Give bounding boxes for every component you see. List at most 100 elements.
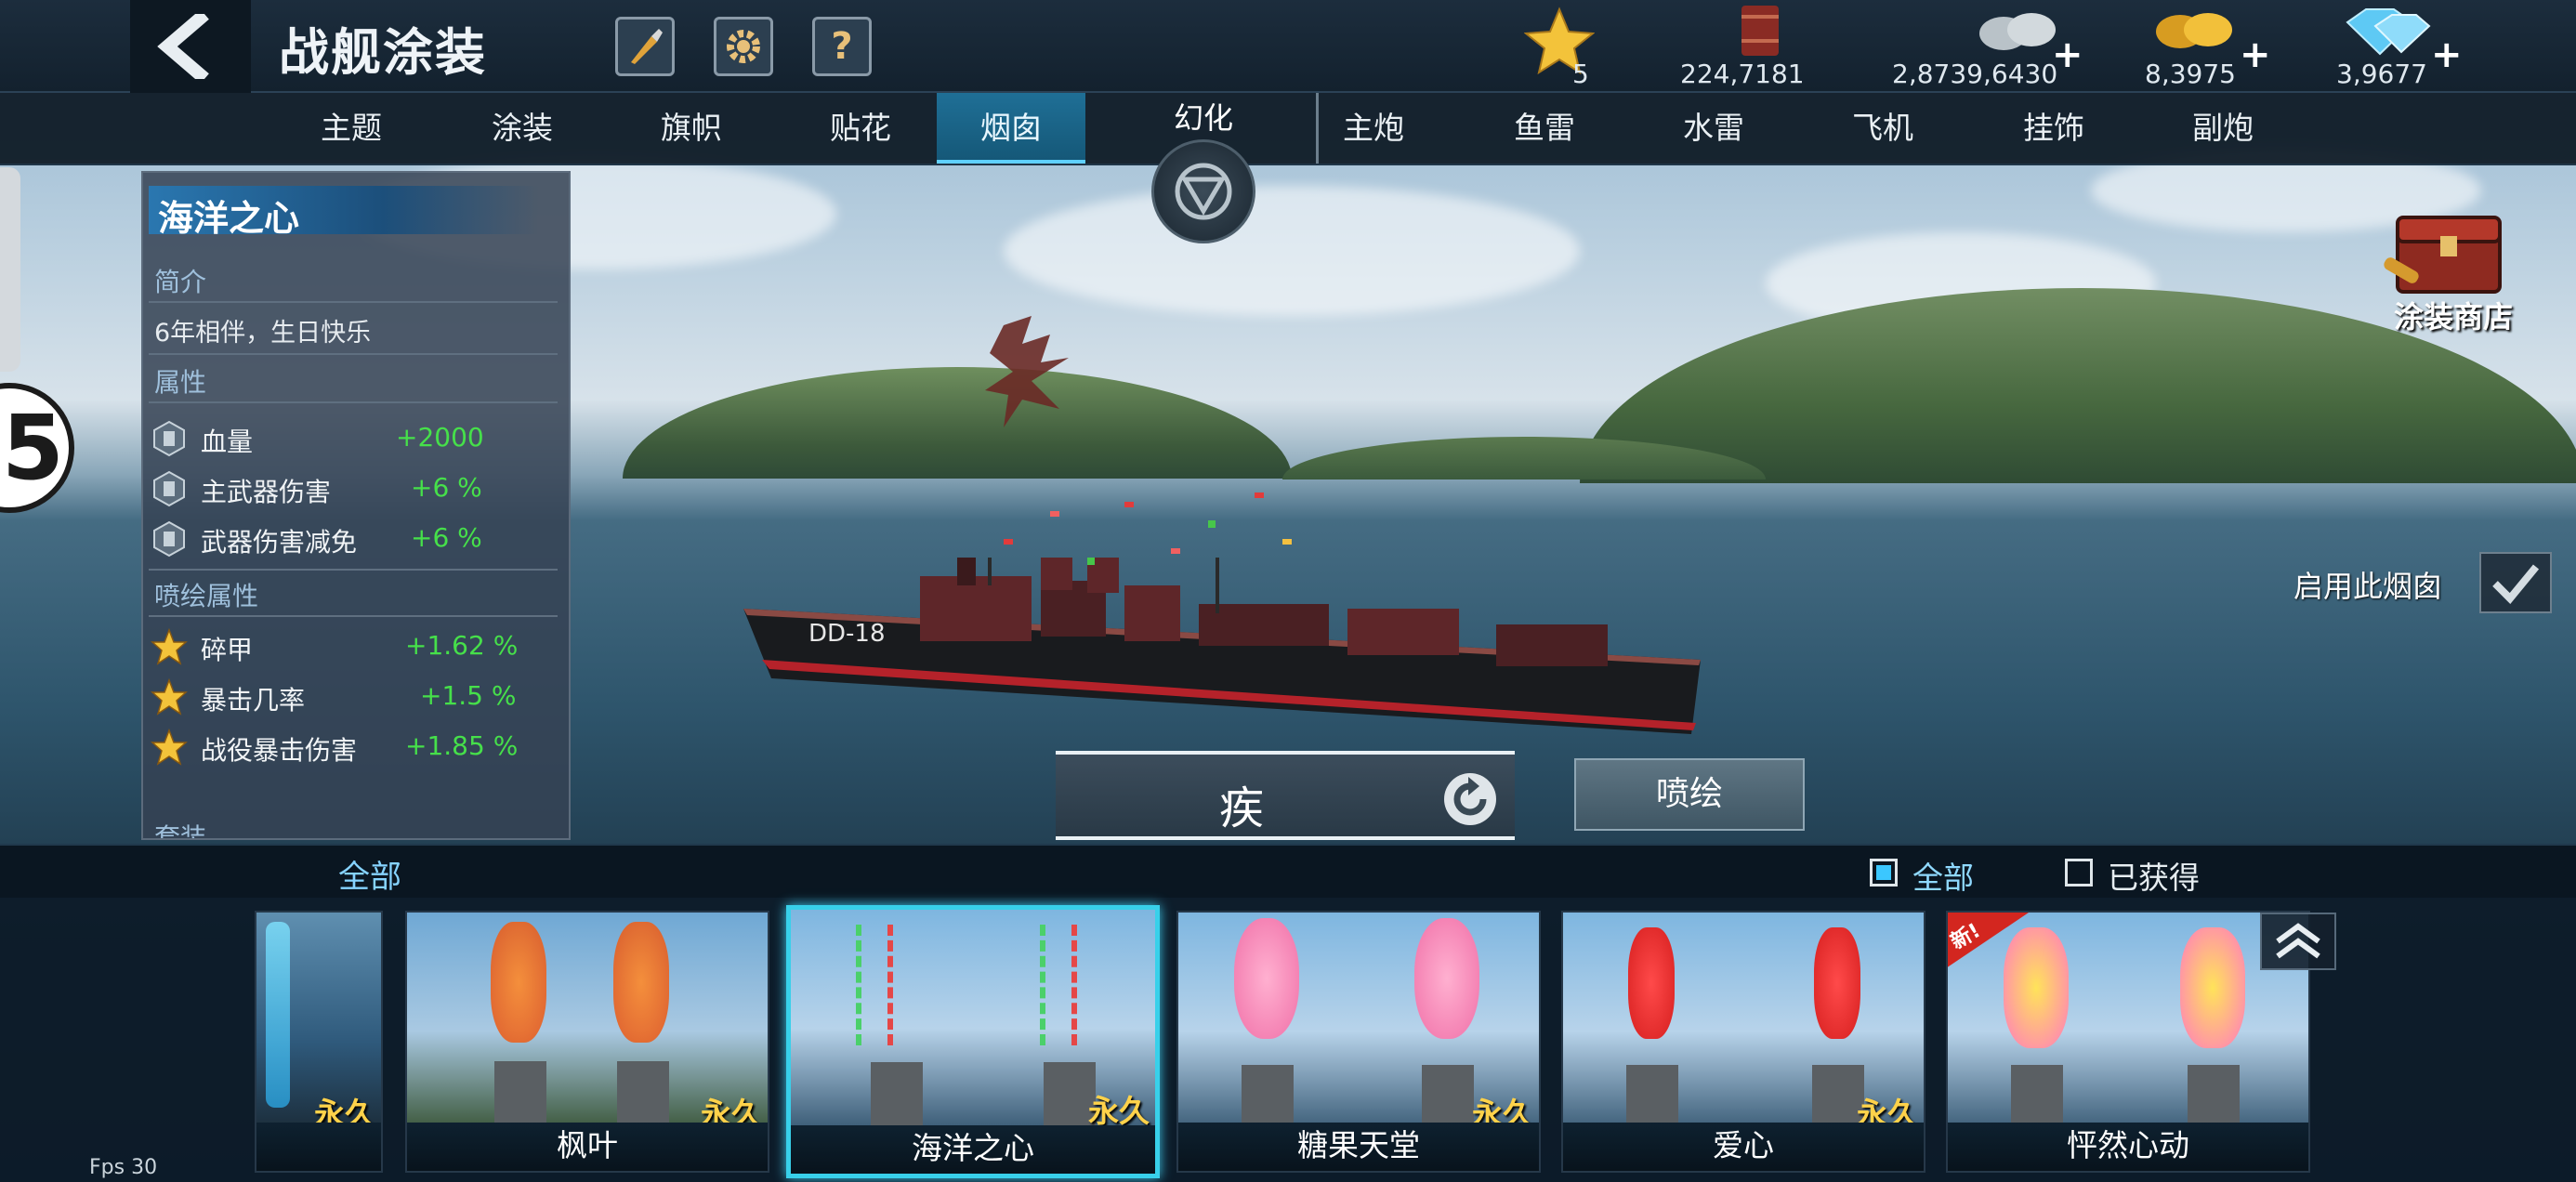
card-name: 爱心 bbox=[1563, 1123, 1924, 1171]
add-gold-icon[interactable]: + bbox=[2240, 33, 2271, 76]
transform-icon bbox=[1151, 139, 1255, 243]
tab-secondary-gun[interactable]: 副炮 bbox=[2149, 93, 2297, 164]
tab-mine[interactable]: 水雷 bbox=[1639, 93, 1788, 164]
checkbox-icon bbox=[1870, 859, 1898, 886]
double-chevron-up-icon bbox=[2276, 923, 2320, 959]
enable-chimney-label: 启用此烟囱 bbox=[2293, 569, 2443, 604]
category-tab-bar: 主题 涂装 旗帜 贴花 烟囱 主炮 鱼雷 水雷 飞机 挂饰 副炮 bbox=[0, 93, 2576, 165]
intro-text: 6年相伴，生日快乐 bbox=[154, 319, 372, 348]
fuel-amount: 224,7181 bbox=[1680, 59, 1805, 89]
stat-name: 主武器伤害 bbox=[201, 477, 332, 507]
gold-resource[interactable]: 8,3975 + bbox=[2137, 0, 2271, 93]
add-silver-icon[interactable]: + bbox=[2052, 33, 2083, 76]
back-arrow-icon bbox=[157, 14, 209, 79]
side-badge-text: 5 bbox=[2, 396, 64, 500]
diamond-icon bbox=[2346, 8, 2431, 56]
enable-chimney-toggle[interactable]: 启用此烟囱 bbox=[2293, 548, 2572, 617]
refresh-icon[interactable] bbox=[1440, 769, 1500, 829]
checkbox-icon bbox=[2065, 859, 2093, 886]
treasure-chest-icon bbox=[2384, 216, 2502, 294]
star-count: 5 bbox=[1572, 59, 1589, 89]
filter-bar: 全部 全部 已获得 bbox=[0, 844, 2576, 898]
add-diamond-icon[interactable]: + bbox=[2431, 33, 2463, 76]
left-island bbox=[623, 367, 1292, 479]
silver-resource[interactable]: 2,8739,6430 + bbox=[1886, 0, 2083, 93]
set-heading: 套装 bbox=[154, 822, 207, 840]
paint-brush-button[interactable] bbox=[615, 17, 675, 76]
card-name: 怦然心动 bbox=[1948, 1123, 2308, 1171]
star-resource: 5 bbox=[1520, 0, 1623, 93]
silver-amount: 2,8739,6430 bbox=[1892, 59, 2058, 89]
tab-main-gun[interactable]: 主炮 bbox=[1299, 93, 1448, 164]
tab-ornament[interactable]: 挂饰 bbox=[1979, 93, 2128, 164]
category-all-tab[interactable]: 全部 bbox=[338, 851, 401, 897]
new-badge: 新! bbox=[1948, 913, 2031, 968]
diamond-amount: 3,9677 bbox=[2336, 59, 2427, 89]
chimney-card[interactable]: 永久 糖果天堂 bbox=[1176, 911, 1541, 1173]
fps-counter: Fps 30 bbox=[89, 1156, 158, 1179]
star-icon bbox=[151, 729, 188, 766]
chimney-card[interactable]: 永久 爱心 bbox=[1561, 911, 1925, 1173]
smoke-style-button[interactable]: 疾 bbox=[1056, 751, 1515, 840]
paint-stat-row: 暴击几率 +1.5 % bbox=[151, 675, 559, 719]
stat-row-main-weapon: 主武器伤害 +6 % bbox=[151, 466, 559, 511]
top-bar: 战舰涂装 ? 5 224,7181 2,8739,6430 + 8,3975 +… bbox=[0, 0, 2576, 93]
filter-all-label: 全部 bbox=[1912, 860, 1974, 896]
help-icon: ? bbox=[831, 25, 853, 68]
tab-decal[interactable]: 贴花 bbox=[786, 93, 935, 164]
filter-owned-label: 已获得 bbox=[2108, 860, 2200, 896]
chimney-card-selected[interactable]: 永久 海洋之心 bbox=[786, 905, 1160, 1178]
card-name: 海洋之心 bbox=[791, 1125, 1155, 1174]
tab-theme[interactable]: 主题 bbox=[277, 93, 426, 164]
diamond-resource[interactable]: 3,9677 + bbox=[2329, 0, 2463, 93]
stat-value: +6 % bbox=[411, 522, 482, 553]
enable-chimney-checkbox[interactable] bbox=[2479, 552, 2552, 613]
side-scroll-handle[interactable] bbox=[0, 167, 20, 372]
fuel-resource: 224,7181 bbox=[1673, 0, 1840, 93]
star-icon bbox=[151, 628, 188, 665]
paint-shop-button[interactable]: 涂装商店 bbox=[2370, 199, 2530, 338]
divider bbox=[149, 301, 558, 303]
tab-paint[interactable]: 涂装 bbox=[448, 93, 597, 164]
chimney-card[interactable]: 新! 怦然心动 bbox=[1946, 911, 2310, 1173]
settings-button[interactable] bbox=[714, 17, 773, 76]
collapse-list-button[interactable] bbox=[2260, 913, 2336, 970]
divider bbox=[149, 569, 558, 571]
tab-aircraft[interactable]: 飞机 bbox=[1808, 93, 1957, 164]
tab-flag[interactable]: 旗帜 bbox=[617, 93, 766, 164]
side-badge-number: 5 bbox=[0, 383, 74, 513]
stat-name: 暴击几率 bbox=[201, 685, 306, 716]
confetti-effect bbox=[1004, 492, 1292, 565]
help-button[interactable]: ? bbox=[812, 17, 872, 76]
transform-label: 幻化 bbox=[1173, 100, 1233, 136]
tab-chimney[interactable]: 烟囱 bbox=[937, 93, 1085, 164]
smoke-effect-glyph bbox=[985, 316, 1069, 427]
hex-shield-icon bbox=[153, 420, 185, 457]
card-name bbox=[256, 1123, 381, 1171]
paint-attributes-heading: 喷绘属性 bbox=[154, 581, 259, 611]
stat-value: +1.5 % bbox=[420, 680, 517, 711]
stat-name: 战役暴击伤害 bbox=[201, 735, 358, 766]
chimney-card-list: 永久 永久 枫叶 永久 海洋之心 永久 糖果天堂 永久 爱心 新! 怦然心动 bbox=[0, 898, 2576, 1182]
hex-shield-icon bbox=[153, 520, 185, 558]
back-button[interactable] bbox=[130, 0, 251, 93]
stat-name: 血量 bbox=[201, 427, 254, 457]
transform-button[interactable]: 幻化 bbox=[1143, 93, 1264, 243]
paint-stat-row: 战役暴击伤害 +1.85 % bbox=[151, 725, 559, 769]
brush-icon bbox=[631, 29, 663, 64]
intro-heading: 简介 bbox=[154, 267, 207, 297]
spray-paint-button[interactable]: 喷绘 bbox=[1574, 758, 1805, 831]
filter-all-checkbox[interactable]: 全部 bbox=[1870, 853, 2000, 896]
filter-owned-checkbox[interactable]: 已获得 bbox=[2065, 853, 2223, 896]
divider bbox=[149, 353, 558, 355]
gold-coins-icon bbox=[2156, 13, 2232, 48]
divider bbox=[149, 615, 558, 617]
checkmark-icon bbox=[2492, 564, 2540, 604]
chimney-card[interactable]: 永久 枫叶 bbox=[405, 911, 769, 1173]
fuel-barrel-icon bbox=[1741, 6, 1779, 56]
card-name: 糖果天堂 bbox=[1178, 1123, 1539, 1171]
stat-value: +1.62 % bbox=[405, 630, 519, 661]
chimney-card[interactable]: 永久 bbox=[255, 911, 383, 1173]
tab-torpedo[interactable]: 鱼雷 bbox=[1470, 93, 1619, 164]
permanent-label: 永久 bbox=[1088, 1093, 1150, 1129]
